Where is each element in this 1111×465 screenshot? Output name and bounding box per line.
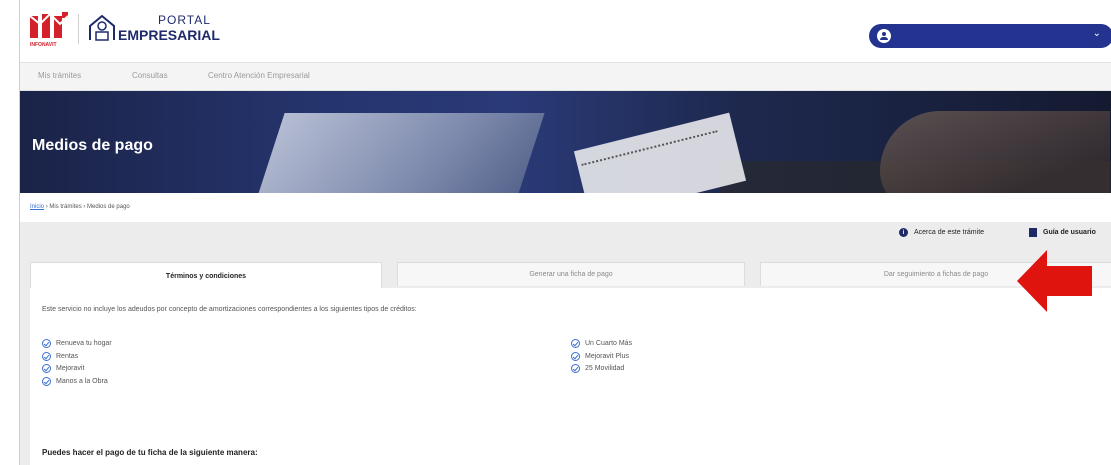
list-item: Rentas bbox=[42, 350, 112, 363]
hero-hand-image bbox=[880, 111, 1110, 193]
check-circle-icon bbox=[571, 351, 580, 361]
check-circle-icon bbox=[42, 376, 51, 386]
user-guide-link[interactable]: Guía de usuario bbox=[1029, 228, 1096, 237]
tab-generar-ficha[interactable]: Generar una ficha de pago bbox=[397, 262, 745, 286]
portal-label: PORTAL bbox=[158, 13, 211, 27]
list-item: Un Cuarto Más bbox=[571, 337, 632, 350]
user-guide-label: Guía de usuario bbox=[1043, 229, 1096, 236]
user-icon bbox=[877, 29, 891, 43]
hero-banner: Medios de pago bbox=[20, 91, 1111, 193]
breadcrumb: Inicio › Mis trámites › Medios de pago bbox=[30, 204, 130, 210]
credit-list-left: Renueva tu hogar Rentas Mejoravit Manos … bbox=[42, 337, 112, 388]
logo-divider bbox=[78, 14, 79, 44]
list-item: Manos a la Obra bbox=[42, 375, 112, 388]
check-circle-icon bbox=[571, 338, 580, 348]
breadcrumb-home-link[interactable]: Inicio bbox=[30, 204, 44, 210]
site-header: INFONAVIT PORTAL EMPRESARIAL ⌄ bbox=[20, 0, 1111, 62]
about-procedure-label: Acerca de este trámite bbox=[914, 229, 985, 236]
infonavit-logo-icon[interactable]: INFONAVIT bbox=[30, 12, 70, 48]
hero-notebook-image bbox=[573, 112, 747, 193]
breadcrumb-current: Medios de pago bbox=[87, 204, 130, 210]
nav-item-centro-atencion[interactable]: Centro Atención Empresarial bbox=[208, 71, 310, 80]
check-circle-icon bbox=[42, 351, 51, 361]
page-title: Medios de pago bbox=[32, 137, 153, 154]
breadcrumb-mis-tramites[interactable]: Mis trámites bbox=[49, 204, 81, 210]
terms-intro: Este servicio no incluye los adeudos por… bbox=[42, 306, 417, 313]
red-arrow-annotation-icon bbox=[1017, 250, 1092, 312]
list-item: Mejoravit bbox=[42, 362, 112, 375]
user-menu-button[interactable]: ⌄ bbox=[869, 24, 1111, 48]
check-circle-icon bbox=[42, 338, 51, 348]
breadcrumb-separator: › bbox=[83, 204, 86, 210]
breadcrumb-separator: › bbox=[45, 204, 48, 210]
book-icon bbox=[1029, 228, 1037, 237]
check-circle-icon bbox=[571, 364, 580, 374]
nav-item-consultas[interactable]: Consultas bbox=[132, 71, 168, 80]
infonavit-label: INFONAVIT bbox=[30, 42, 57, 48]
about-procedure-link[interactable]: i Acerca de este trámite bbox=[899, 228, 984, 237]
list-item: Renueva tu hogar bbox=[42, 337, 112, 350]
info-icon: i bbox=[899, 228, 908, 237]
empresarial-label: EMPRESARIAL bbox=[118, 27, 220, 43]
content-area: i Acerca de este trámite Guía de usuario… bbox=[20, 222, 1111, 465]
portal-building-icon bbox=[89, 14, 115, 41]
list-item: 25 Movilidad bbox=[571, 362, 632, 375]
main-nav: Mis trámites Consultas Centro Atención E… bbox=[20, 62, 1111, 91]
chevron-down-icon: ⌄ bbox=[1092, 28, 1101, 39]
payment-method-heading: Puedes hacer el pago de tu ficha de la s… bbox=[42, 448, 258, 457]
hero-laptop-image bbox=[255, 113, 545, 193]
tab-terminos[interactable]: Términos y condiciones bbox=[30, 262, 382, 289]
terms-panel: Este servicio no incluye los adeudos por… bbox=[30, 288, 1111, 465]
portal-wordmark: PORTAL EMPRESARIAL bbox=[118, 14, 220, 42]
browser-frame: INFONAVIT PORTAL EMPRESARIAL ⌄ Mis trámi… bbox=[19, 0, 1111, 465]
check-circle-icon bbox=[42, 364, 51, 374]
credit-list-right: Un Cuarto Más Mejoravit Plus 25 Movilida… bbox=[571, 337, 632, 375]
nav-item-mis-tramites[interactable]: Mis trámites bbox=[38, 71, 81, 80]
list-item: Mejoravit Plus bbox=[571, 350, 632, 363]
